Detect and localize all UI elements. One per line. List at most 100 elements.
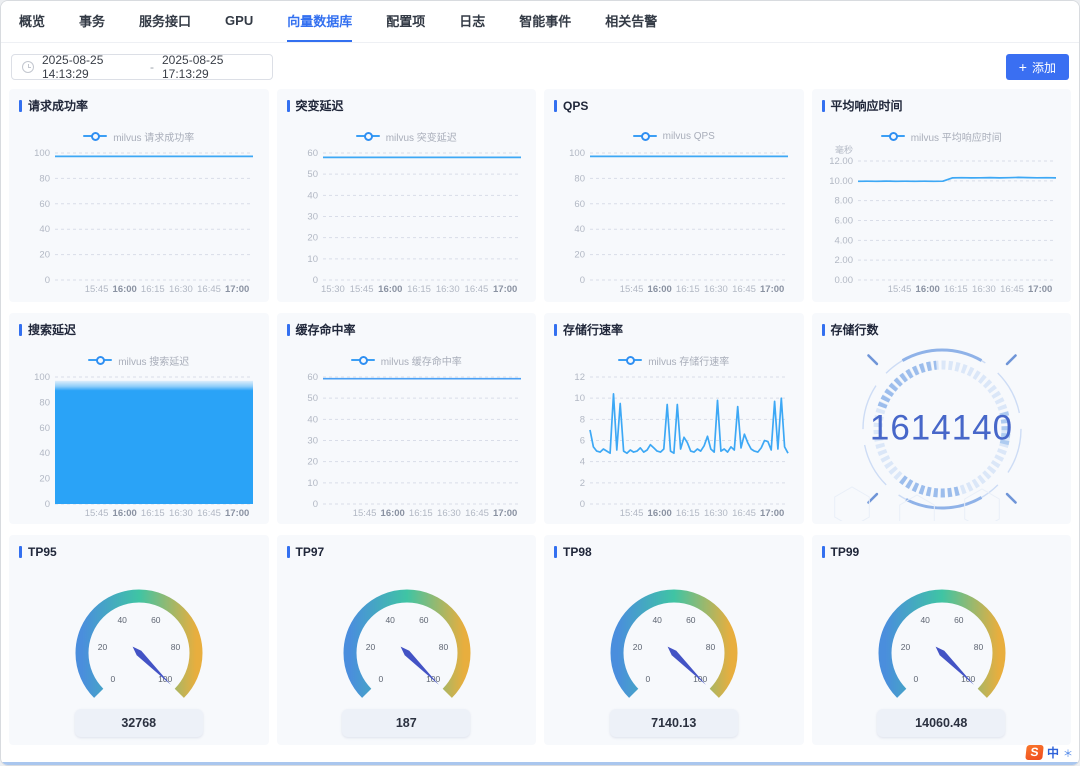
ime-logo-icon[interactable]: S — [1025, 745, 1044, 760]
gauge-value: 32768 — [75, 709, 203, 737]
tab-gpu[interactable]: GPU — [225, 1, 253, 42]
svg-text:2: 2 — [580, 478, 585, 489]
svg-text:16:00: 16:00 — [113, 284, 137, 295]
chart-svg: 10080604020015:4516:0016:1516:3016:4517:… — [19, 368, 259, 519]
legend-label: milvus 搜索延迟 — [118, 353, 189, 368]
svg-text:80: 80 — [574, 173, 585, 184]
svg-text:40: 40 — [117, 615, 127, 625]
svg-text:0: 0 — [45, 275, 50, 286]
svg-text:16:00: 16:00 — [648, 284, 672, 295]
card-title: TP97 — [296, 545, 325, 559]
chart-svg: 605040302010015:3015:4516:0016:1516:3016… — [287, 144, 527, 295]
title-accent-bar — [19, 546, 22, 558]
svg-text:15:45: 15:45 — [85, 284, 109, 295]
chart-legend[interactable]: milvus 缓存命中率 — [287, 354, 527, 366]
title-accent-bar — [287, 324, 290, 336]
svg-text:17:00: 17:00 — [493, 284, 517, 295]
line-series-icon — [83, 131, 107, 141]
card-title: TP95 — [28, 545, 57, 559]
tab-transactions[interactable]: 事务 — [79, 1, 105, 42]
ime-toolbar[interactable]: S 中 ＊ — [1026, 744, 1073, 761]
svg-text:16:30: 16:30 — [704, 284, 728, 295]
tab-logs[interactable]: 日志 — [459, 1, 485, 42]
gauge-value: 7140.13 — [610, 709, 738, 737]
tab-config-items[interactable]: 配置项 — [386, 1, 425, 42]
svg-text:100: 100 — [569, 148, 585, 159]
line-series-icon — [618, 355, 642, 365]
line-chart: 12.0010.008.006.004.002.000.00毫秒15:4516:… — [822, 144, 1062, 295]
tab-related-alerts[interactable]: 相关告警 — [605, 1, 657, 42]
svg-text:20: 20 — [365, 642, 375, 652]
svg-text:60: 60 — [307, 372, 318, 383]
gauge-svg: 020406080100 — [822, 573, 1062, 705]
add-button-label: 添加 — [1032, 59, 1056, 76]
svg-text:60: 60 — [39, 199, 50, 210]
card-title: 存储行速率 — [563, 321, 623, 338]
add-button[interactable]: + 添加 — [1006, 54, 1069, 80]
svg-text:16:15: 16:15 — [141, 284, 165, 295]
svg-text:12.00: 12.00 — [829, 156, 853, 167]
svg-text:60: 60 — [39, 423, 50, 434]
svg-text:10.00: 10.00 — [829, 176, 853, 187]
gauge-svg: 020406080100 — [19, 573, 259, 705]
card-title: 搜索延迟 — [28, 321, 76, 338]
svg-text:12: 12 — [574, 372, 585, 383]
chart-legend[interactable]: milvus QPS — [554, 130, 794, 142]
gauge-chart: 020406080100 — [822, 573, 1062, 705]
title-accent-bar — [287, 100, 290, 112]
card-title: QPS — [563, 99, 588, 113]
time-range-start: 2025-08-25 14:13:29 — [42, 53, 142, 81]
svg-text:0: 0 — [110, 674, 115, 684]
tab-smart-events[interactable]: 智能事件 — [519, 1, 571, 42]
svg-text:2.00: 2.00 — [834, 255, 853, 266]
card-storage-row-count: 存储行数 1614140 — [812, 313, 1072, 524]
card-search-latency: 搜索延迟 milvus 搜索延迟 10080604020015:4516:001… — [9, 313, 269, 524]
legend-label: milvus 请求成功率 — [113, 129, 194, 144]
chart-legend[interactable]: milvus 请求成功率 — [19, 130, 259, 142]
tab-service-api[interactable]: 服务接口 — [139, 1, 191, 42]
svg-text:80: 80 — [39, 173, 50, 184]
svg-text:20: 20 — [307, 233, 318, 244]
chart-svg: 12.0010.008.006.004.002.000.00毫秒15:4516:… — [822, 144, 1062, 295]
svg-text:10: 10 — [574, 393, 585, 404]
storage-row-count-value: 1614140 — [822, 408, 1062, 448]
time-range-separator: - — [150, 60, 154, 74]
card-qps: QPS milvus QPS 10080604020015:4516:0016:… — [544, 89, 804, 302]
svg-text:50: 50 — [307, 393, 318, 404]
area-chart: 10080604020015:4516:0016:1516:3016:4517:… — [19, 368, 259, 519]
svg-text:20: 20 — [900, 642, 910, 652]
tab-overview[interactable]: 概览 — [19, 1, 45, 42]
svg-text:0: 0 — [312, 499, 317, 510]
svg-text:16:15: 16:15 — [407, 284, 431, 295]
svg-text:16:00: 16:00 — [378, 284, 402, 295]
card-mutation-latency: 突变延迟 milvus 突变延迟 605040302010015:3015:45… — [277, 89, 537, 302]
chart-legend[interactable]: milvus 存储行速率 — [554, 354, 794, 366]
plus-icon: + — [1019, 60, 1027, 74]
chart-legend[interactable]: milvus 搜索延迟 — [19, 354, 259, 366]
card-title: 请求成功率 — [28, 97, 88, 114]
svg-text:4.00: 4.00 — [834, 235, 853, 246]
svg-text:16:00: 16:00 — [648, 508, 672, 519]
card-avg-response-time: 平均响应时间 milvus 平均响应时间 12.0010.008.006.004… — [812, 89, 1072, 302]
svg-text:15:45: 15:45 — [352, 508, 376, 519]
chart-legend[interactable]: milvus 突变延迟 — [287, 130, 527, 142]
card-tp97: TP97 020406080100 187 — [277, 535, 537, 745]
svg-text:100: 100 — [34, 372, 50, 383]
legend-label: milvus 平均响应时间 — [911, 129, 1002, 144]
ime-mode-indicator[interactable]: 中 — [1047, 744, 1059, 761]
svg-text:40: 40 — [652, 615, 662, 625]
time-range-picker[interactable]: 2025-08-25 14:13:29 - 2025-08-25 17:13:2… — [11, 54, 273, 80]
tab-vector-database[interactable]: 向量数据库 — [287, 1, 352, 42]
svg-text:16:00: 16:00 — [380, 508, 404, 519]
line-chart: 10080604020015:4516:0016:1516:3016:4517:… — [554, 144, 794, 295]
card-storage-row-rate: 存储行速率 milvus 存储行速率 12108642015:4516:0016… — [544, 313, 804, 524]
top-tab-bar: 概览 事务 服务接口 GPU 向量数据库 配置项 日志 智能事件 相关告警 — [1, 1, 1079, 43]
legend-label: milvus 突变延迟 — [386, 129, 457, 144]
gauge-svg: 020406080100 — [287, 573, 527, 705]
card-request-success-rate: 请求成功率 milvus 请求成功率 10080604020015:4516:0… — [9, 89, 269, 302]
line-series-icon — [356, 131, 380, 141]
svg-text:15:45: 15:45 — [349, 284, 373, 295]
svg-text:60: 60 — [151, 615, 161, 625]
svg-text:30: 30 — [307, 436, 318, 447]
chart-legend[interactable]: milvus 平均响应时间 — [822, 130, 1062, 142]
